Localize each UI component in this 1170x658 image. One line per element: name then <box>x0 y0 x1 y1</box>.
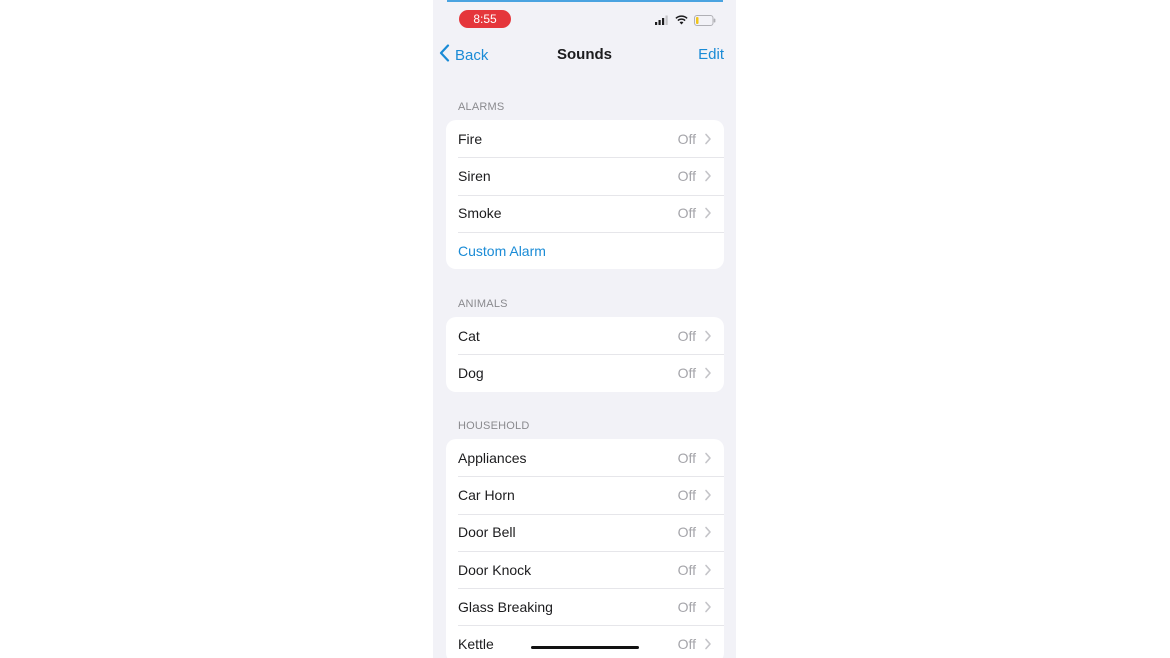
row-label: Smoke <box>458 205 502 222</box>
list-item-door-knock[interactable]: Door Knock Off <box>446 550 724 588</box>
group-animals: Cat Off Dog Off <box>446 317 724 392</box>
row-value: Off <box>677 486 696 503</box>
section-header-animals: ANIMALS <box>458 298 508 310</box>
section-header-household: HOUSEHOLD <box>458 420 530 432</box>
row-label: Fire <box>458 130 483 147</box>
row-label: Door Bell <box>458 524 516 541</box>
row-label: Cat <box>458 327 480 344</box>
row-value: Off <box>677 524 696 541</box>
chevron-right-icon <box>705 207 711 219</box>
chevron-right-icon <box>705 526 711 538</box>
row-label: Door Knock <box>458 561 532 578</box>
phone-screen: 8:55 Back Sounds Edit ALARMS Fire Off Si… <box>433 0 736 658</box>
list-item-fire[interactable]: Fire Off <box>446 120 724 157</box>
chevron-right-icon <box>705 330 711 341</box>
row-label: Glass Breaking <box>458 598 553 615</box>
edit-button[interactable]: Edit <box>698 46 724 63</box>
row-label: Siren <box>458 167 491 184</box>
list-item-car-horn[interactable]: Car Horn Off <box>446 476 724 513</box>
list-item-siren[interactable]: Siren Off <box>446 157 724 194</box>
row-value: Off <box>677 636 696 653</box>
list-item-smoke[interactable]: Smoke Off <box>446 194 724 232</box>
row-label: Kettle <box>458 636 494 653</box>
chevron-right-icon <box>705 170 711 182</box>
row-value: Off <box>677 327 696 344</box>
row-label: Appliances <box>458 449 527 466</box>
chevron-right-icon <box>705 489 711 501</box>
row-value: Off <box>677 561 696 578</box>
row-label: Dog <box>458 364 484 381</box>
chevron-right-icon <box>705 133 711 144</box>
battery-icon <box>694 14 716 26</box>
list-item-dog[interactable]: Dog Off <box>446 354 724 391</box>
chevron-right-icon <box>705 367 711 379</box>
row-label: Car Horn <box>458 486 515 503</box>
list-item-glass-breaking[interactable]: Glass Breaking Off <box>446 588 724 625</box>
custom-alarm-label: Custom Alarm <box>458 242 546 259</box>
row-value: Off <box>677 205 696 222</box>
navigation-bar: Back Sounds Edit <box>433 38 736 72</box>
row-value: Off <box>677 364 696 381</box>
chevron-right-icon <box>705 638 711 650</box>
list-item-door-bell[interactable]: Door Bell Off <box>446 513 724 551</box>
row-value: Off <box>677 130 696 147</box>
wifi-icon <box>675 15 688 25</box>
custom-alarm-button[interactable]: Custom Alarm <box>446 231 724 269</box>
chevron-right-icon <box>705 601 711 613</box>
chevron-right-icon <box>705 564 711 575</box>
row-value: Off <box>677 449 696 466</box>
list-item-kettle[interactable]: Kettle Off <box>446 625 724 658</box>
group-alarms: Fire Off Siren Off Smoke Off Custom Alar… <box>446 120 724 270</box>
row-value: Off <box>677 598 696 615</box>
list-item-appliances[interactable]: Appliances Off <box>446 439 724 476</box>
cellular-signal-icon <box>655 15 669 25</box>
status-bar: 8:55 <box>433 0 736 36</box>
section-header-alarms: ALARMS <box>458 101 505 113</box>
home-indicator[interactable] <box>531 646 639 649</box>
list-item-cat[interactable]: Cat Off <box>446 317 724 354</box>
chevron-right-icon <box>705 452 711 463</box>
status-icons <box>655 13 716 27</box>
row-value: Off <box>677 167 696 184</box>
status-time: 8:55 <box>459 10 511 28</box>
group-household: Appliances Off Car Horn Off Door Bell Of… <box>446 439 724 658</box>
page-title: Sounds <box>557 46 612 63</box>
